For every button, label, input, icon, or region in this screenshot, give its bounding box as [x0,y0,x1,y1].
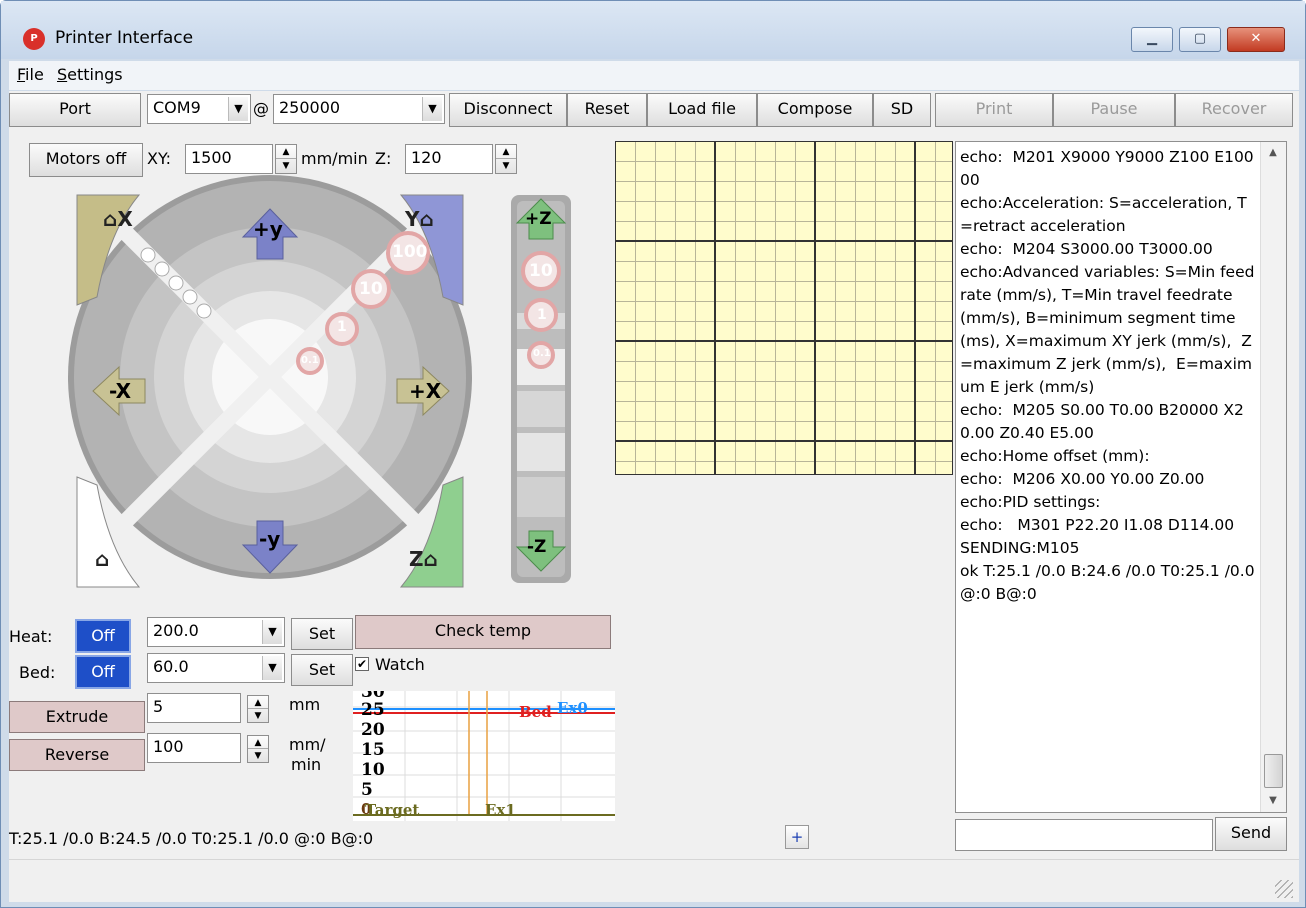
check-temp-button[interactable]: Check temp [355,615,611,649]
extrude-rate-input[interactable]: 100 [147,733,241,763]
chevron-down-icon: ▼ [262,620,282,644]
z-step-1-label[interactable]: 1 [537,307,547,323]
reverse-button[interactable]: Reverse [9,739,145,771]
app-window: P Printer Interface ▁ ▢ ✕ File Settings … [0,0,1306,908]
log-line: SENDING:M105 [960,539,1080,557]
resize-grip-icon[interactable] [1275,880,1293,898]
z-step-10-label[interactable]: 10 [529,261,553,281]
graph-tick-10: 10 [361,760,385,780]
maximize-button[interactable]: ▢ [1179,27,1221,52]
pause-button[interactable]: Pause [1053,93,1175,127]
step-10-label[interactable]: 10 [359,279,383,299]
home-all-label[interactable]: ⌂ [95,547,109,571]
print-bed-grid[interactable] [615,141,953,475]
main-panel: Port COM9 ▼ @ 250000 ▼ Disconnect Reset Lo… [9,91,1299,859]
home-x-label[interactable]: ⌂X [103,207,133,231]
watch-checkbox[interactable]: ✔ [355,657,369,671]
bed-set-button[interactable]: Set [291,654,353,686]
step-1-label[interactable]: 1 [337,319,347,335]
log-line: echo:Acceleration: S=acceleration, T=ret… [960,194,1247,235]
recover-button[interactable]: Recover [1175,93,1293,127]
menu-settings[interactable]: Settings [57,65,123,84]
graph-tick-25: 25 [361,700,385,720]
console-log[interactable]: echo: M201 X9000 Y9000 Z100 E10000 echo:A… [955,141,1287,813]
log-line: echo: M204 S3000.00 T3000.00 [960,240,1213,258]
graph-tick-20: 20 [361,720,385,740]
minus-z-label[interactable]: -Z [527,537,546,557]
ex1-legend: Ex1 [485,801,516,819]
bed-label: Bed: [19,663,56,682]
chevron-down-icon: ▼ [262,656,282,680]
temperature-graph: 30 25 20 15 10 5 0 Bed Ex0 Target Ex1 [353,691,615,821]
plus-button[interactable]: + [785,825,809,849]
extrude-length-input[interactable]: 5 [147,693,241,723]
heat-set-button[interactable]: Set [291,618,353,650]
bed-temp-select[interactable]: 60.0 ▼ [147,653,285,683]
heat-toggle[interactable]: Off [75,619,131,653]
home-z-label[interactable]: Z⌂ [409,547,438,571]
log-line: echo:Advanced variables: S=Min feedrate … [960,263,1255,396]
z-step-01-label[interactable]: 0.1 [533,348,551,359]
compose-button[interactable]: Compose [757,93,873,127]
graph-tick-5: 5 [361,780,373,800]
menu-bar: File Settings [9,61,1299,90]
title-bar: P Printer Interface ▁ ▢ ✕ [1,1,1305,59]
menu-file[interactable]: File [17,65,44,84]
graph-tick-15: 15 [361,740,385,760]
load-file-button[interactable]: Load file [647,93,757,127]
heat-label: Heat: [9,627,53,646]
console-scrollbar[interactable]: ▲ ▼ [1260,142,1286,812]
extrude-unit-label: mm [289,695,321,714]
plus-z-label[interactable]: +Z [525,209,552,229]
extrude-button[interactable]: Extrude [9,701,145,733]
step-01-label[interactable]: 0.1 [301,355,319,366]
log-line: ok T:25.1 /0.0 B:24.6 /0.0 T0:25.1 /0.0 … [960,562,1260,603]
target-legend: Target [365,801,420,819]
step-100-label[interactable]: 100 [392,242,428,262]
log-line: echo:PID settings: [960,493,1101,511]
log-line: echo: M206 X0.00 Y0.00 Z0.00 [960,470,1205,488]
ex0-legend: Ex0 [557,699,588,717]
status-bar [9,859,1299,902]
minus-x-label[interactable]: -X [109,379,131,403]
extrude-rate-spinner[interactable]: ▲ ▼ [247,735,269,763]
print-button[interactable]: Print [935,93,1053,127]
extrude-rate-unit-label-2: min [291,755,322,774]
command-input[interactable] [955,819,1213,851]
log-line: echo: M205 S0.00 T0.00 B20000 X20.00 Z0.… [960,401,1244,442]
scroll-up-icon[interactable]: ▲ [1261,142,1285,164]
send-button[interactable]: Send [1215,817,1287,851]
minimize-button[interactable]: ▁ [1131,27,1173,52]
scroll-thumb[interactable] [1264,754,1283,788]
plus-y-label[interactable]: +y [253,217,283,241]
home-y-label[interactable]: Y⌂ [405,207,434,231]
console-log-text: echo: M201 X9000 Y9000 Z100 E10000 echo:A… [960,146,1258,606]
sd-button[interactable]: SD [873,93,931,127]
log-line: echo: M301 P22.20 I1.08 D114.00 [960,516,1235,534]
extrude-rate-unit-label: mm/ [289,735,326,754]
heat-temp-select[interactable]: 200.0 ▼ [147,617,285,647]
printer-app-icon: P [23,28,45,50]
plus-x-label[interactable]: +X [409,379,441,403]
status-temperature-line: T:25.1 /0.0 B:24.5 /0.0 T0:25.1 /0.0 @:0… [9,829,374,848]
watch-label: Watch [375,655,425,674]
window-title: Printer Interface [55,28,194,48]
bed-legend: Bed [519,703,552,721]
log-line: echo:Home offset (mm): [960,447,1150,465]
jog-control[interactable] [9,91,609,611]
close-button[interactable]: ✕ [1227,27,1285,52]
minus-y-label[interactable]: -y [259,527,280,551]
bed-toggle[interactable]: Off [75,655,131,689]
extrude-length-spinner[interactable]: ▲ ▼ [247,695,269,723]
log-line: echo: M201 X9000 Y9000 Z100 E10000 [960,148,1254,189]
scroll-down-icon[interactable]: ▼ [1261,790,1285,812]
